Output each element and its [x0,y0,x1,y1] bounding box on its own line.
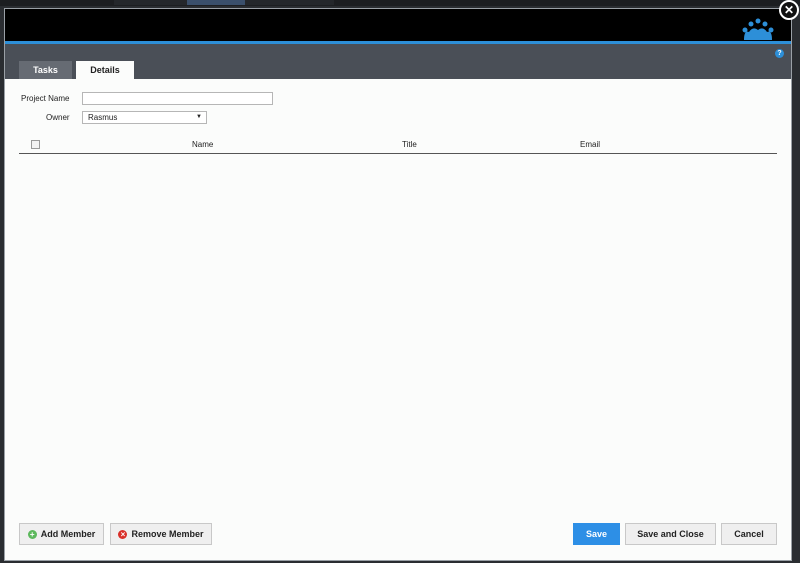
add-member-label: Add Member [40,529,96,539]
x-circle-icon: × [118,529,128,539]
add-member-button[interactable]: + Add Member [19,523,104,545]
remove-member-label: Remove Member [131,529,204,539]
members-table-header: Name Title Email [19,138,777,154]
tab-details[interactable]: Details [76,61,134,79]
column-header-name[interactable]: Name [192,140,213,149]
crown-logo-icon [742,18,774,40]
tab-bar: ? Tasks Details [5,44,791,79]
owner-select[interactable]: Rasmus ▼ [82,111,207,124]
help-icon[interactable]: ? [775,49,784,58]
column-header-title[interactable]: Title [402,140,417,149]
column-header-email[interactable]: Email [580,140,600,149]
tab-tasks[interactable]: Tasks [19,61,72,79]
project-name-input[interactable] [82,92,273,105]
close-icon[interactable]: ✕ [779,0,799,20]
background-highlight [187,0,245,5]
chevron-down-icon: ▼ [196,114,202,120]
owner-selected-value: Rasmus [88,113,118,122]
dialog-header [5,9,791,41]
save-button[interactable]: Save [573,523,620,545]
save-and-close-button[interactable]: Save and Close [625,523,716,545]
owner-label: Owner [46,113,70,122]
remove-member-button[interactable]: × Remove Member [110,523,212,545]
project-name-label: Project Name [21,94,70,103]
background-top-strip [0,0,800,6]
plus-circle-icon: + [27,529,37,539]
cancel-button[interactable]: Cancel [721,523,777,545]
project-dialog: ? Tasks Details Project Name Owner Rasmu… [4,8,792,561]
select-all-checkbox[interactable] [31,140,40,149]
